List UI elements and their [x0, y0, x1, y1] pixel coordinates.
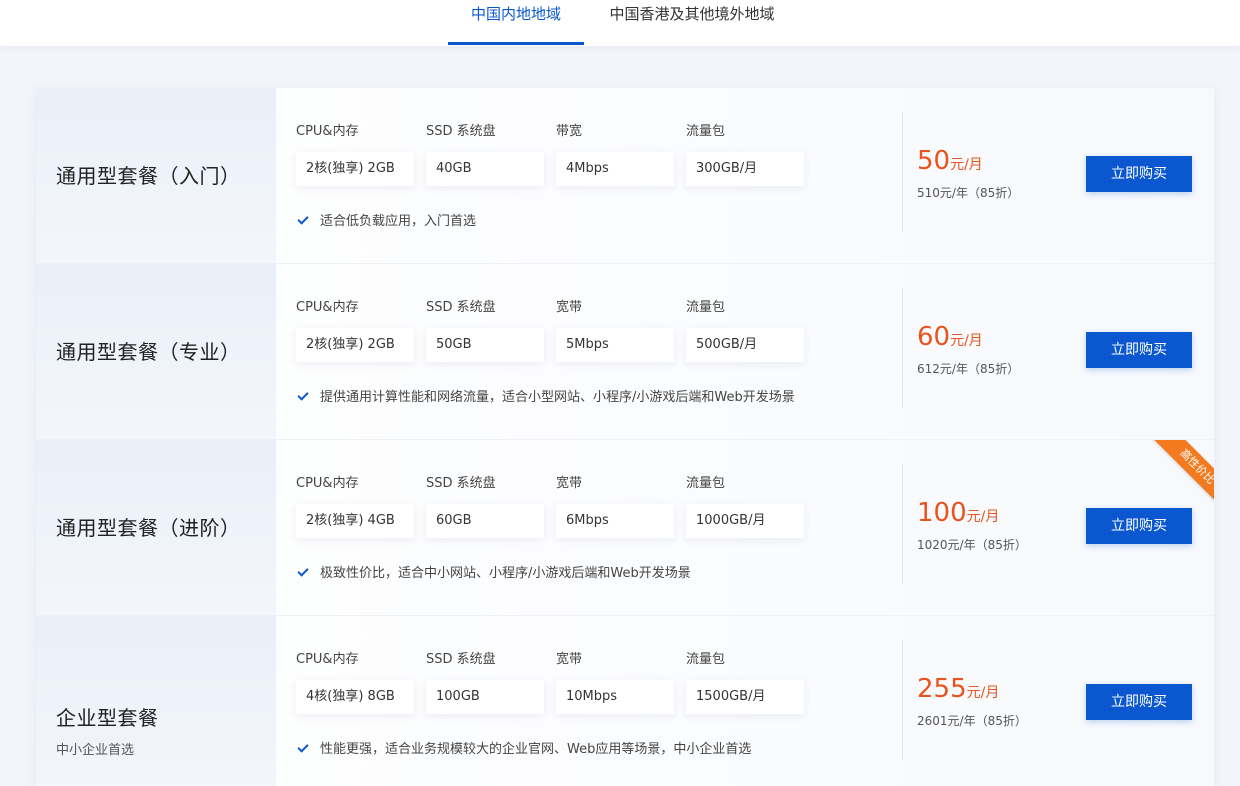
- spec-label: CPU&内存: [296, 124, 359, 139]
- plan-name: 通用型套餐（入门）: [56, 164, 241, 188]
- spec-value: 60GB: [426, 504, 544, 538]
- spec-label: 宽带: [556, 476, 583, 491]
- feature-text: 适合低负载应用，入门首选: [320, 214, 477, 229]
- buy-now-button[interactable]: 立即购买: [1086, 156, 1192, 192]
- plan-feature: 提供通用计算性能和网络流量，适合小型网站、小程序/小游戏后端和Web开发场景: [297, 386, 795, 405]
- spec-value: 100GB: [426, 680, 544, 714]
- check-icon: [297, 741, 309, 753]
- feature-text: 性能更强，适合业务规模较大的企业官网、Web应用等场景，中小企业首选: [320, 742, 752, 757]
- plan-name: 通用型套餐（专业）: [56, 340, 241, 364]
- check-icon: [297, 213, 309, 225]
- check-icon: [297, 389, 309, 401]
- spec-value: 10Mbps: [556, 680, 674, 714]
- plan-feature: 极致性价比，适合中小网站、小程序/小游戏后端和Web开发场景: [297, 562, 691, 581]
- plan-header: 通用型套餐（进阶）: [36, 440, 276, 615]
- plan-card-pro: 通用型套餐（专业） CPU&内存 2核(独享) 2GB SSD 系统盘 50GB…: [36, 264, 1214, 440]
- spec-label: CPU&内存: [296, 476, 359, 491]
- region-tabs: 中国内地地域 中国香港及其他境外地域: [0, 0, 1240, 46]
- spec-label: 流量包: [686, 652, 726, 667]
- plan-header: 通用型套餐（专业）: [36, 264, 276, 439]
- plan-card-enterprise: 企业型套餐 中小企业首选 CPU&内存 4核(独享) 8GB SSD 系统盘 1…: [36, 616, 1214, 786]
- price-unit: 元/月: [950, 157, 983, 173]
- plan-name: 通用型套餐（进阶）: [56, 516, 241, 540]
- active-tab-indicator: [448, 42, 584, 45]
- yearly-price: 1020元/年（85折）: [917, 538, 1027, 552]
- spec-value: 2核(独享) 2GB: [296, 328, 414, 362]
- best-value-ribbon: 高性价比: [1138, 440, 1214, 512]
- price-amount: 60: [917, 322, 951, 352]
- spec-value: 2核(独享) 4GB: [296, 504, 414, 538]
- spec-label: SSD 系统盘: [426, 476, 496, 491]
- spec-label: SSD 系统盘: [426, 652, 496, 667]
- divider: [902, 464, 903, 584]
- spec-value: 1500GB/月: [686, 680, 804, 714]
- price-unit: 元/月: [950, 333, 983, 349]
- spec-value: 6Mbps: [556, 504, 674, 538]
- monthly-price: 255元/月: [917, 674, 999, 704]
- ribbon-label: 高性价比: [1150, 440, 1214, 512]
- spec-label: CPU&内存: [296, 300, 359, 315]
- divider: [902, 640, 903, 760]
- spec-value: 1000GB/月: [686, 504, 804, 538]
- spec-label: 流量包: [686, 476, 726, 491]
- feature-text: 极致性价比，适合中小网站、小程序/小游戏后端和Web开发场景: [320, 566, 691, 581]
- plan-feature: 性能更强，适合业务规模较大的企业官网、Web应用等场景，中小企业首选: [297, 738, 752, 757]
- spec-label: 流量包: [686, 300, 726, 315]
- tab-mainland-china[interactable]: 中国内地地域: [448, 0, 584, 46]
- price-unit: 元/月: [966, 685, 1000, 701]
- spec-value: 300GB/月: [686, 152, 804, 186]
- plan-subtitle: 中小企业首选: [56, 743, 135, 758]
- monthly-price: 60元/月: [917, 322, 983, 352]
- yearly-price: 2601元/年（85折）: [917, 714, 1027, 728]
- spec-label: 宽带: [556, 300, 583, 315]
- spec-value: 50GB: [426, 328, 544, 362]
- plan-list: 通用型套餐（入门） CPU&内存 2核(独享) 2GB SSD 系统盘 40GB…: [36, 88, 1214, 786]
- price-unit: 元/月: [966, 509, 1000, 525]
- check-icon: [297, 565, 309, 577]
- spec-label: 流量包: [686, 124, 726, 139]
- price-amount: 255: [917, 674, 967, 704]
- yearly-price: 612元/年（85折）: [917, 362, 1020, 376]
- plan-feature: 适合低负载应用，入门首选: [297, 210, 477, 229]
- spec-label: CPU&内存: [296, 652, 359, 667]
- monthly-price: 100元/月: [917, 498, 999, 528]
- plan-header: 通用型套餐（入门）: [36, 88, 276, 263]
- spec-label: SSD 系统盘: [426, 124, 496, 139]
- spec-value: 4Mbps: [556, 152, 674, 186]
- spec-label: SSD 系统盘: [426, 300, 496, 315]
- plan-header: 企业型套餐 中小企业首选: [36, 616, 276, 786]
- yearly-price: 510元/年（85折）: [917, 186, 1020, 200]
- divider: [902, 112, 903, 232]
- plan-card-entry: 通用型套餐（入门） CPU&内存 2核(独享) 2GB SSD 系统盘 40GB…: [36, 88, 1214, 264]
- spec-value: 2核(独享) 2GB: [296, 152, 414, 186]
- feature-text: 提供通用计算性能和网络流量，适合小型网站、小程序/小游戏后端和Web开发场景: [320, 390, 795, 405]
- buy-now-button[interactable]: 立即购买: [1086, 332, 1192, 368]
- spec-label: 宽带: [556, 652, 583, 667]
- divider: [902, 288, 903, 408]
- spec-label: 带宽: [556, 124, 583, 139]
- plan-card-advanced: 通用型套餐（进阶） CPU&内存 2核(独享) 4GB SSD 系统盘 60GB…: [36, 440, 1214, 616]
- plan-name: 企业型套餐: [56, 706, 159, 730]
- spec-value: 40GB: [426, 152, 544, 186]
- buy-now-button[interactable]: 立即购买: [1086, 508, 1192, 544]
- spec-value: 500GB/月: [686, 328, 804, 362]
- price-amount: 50: [917, 146, 951, 176]
- spec-value: 4核(独享) 8GB: [296, 680, 414, 714]
- monthly-price: 50元/月: [917, 146, 983, 176]
- buy-now-button[interactable]: 立即购买: [1086, 684, 1192, 720]
- spec-value: 5Mbps: [556, 328, 674, 362]
- tab-hongkong-overseas[interactable]: 中国香港及其他境外地域: [598, 0, 786, 46]
- price-amount: 100: [917, 498, 967, 528]
